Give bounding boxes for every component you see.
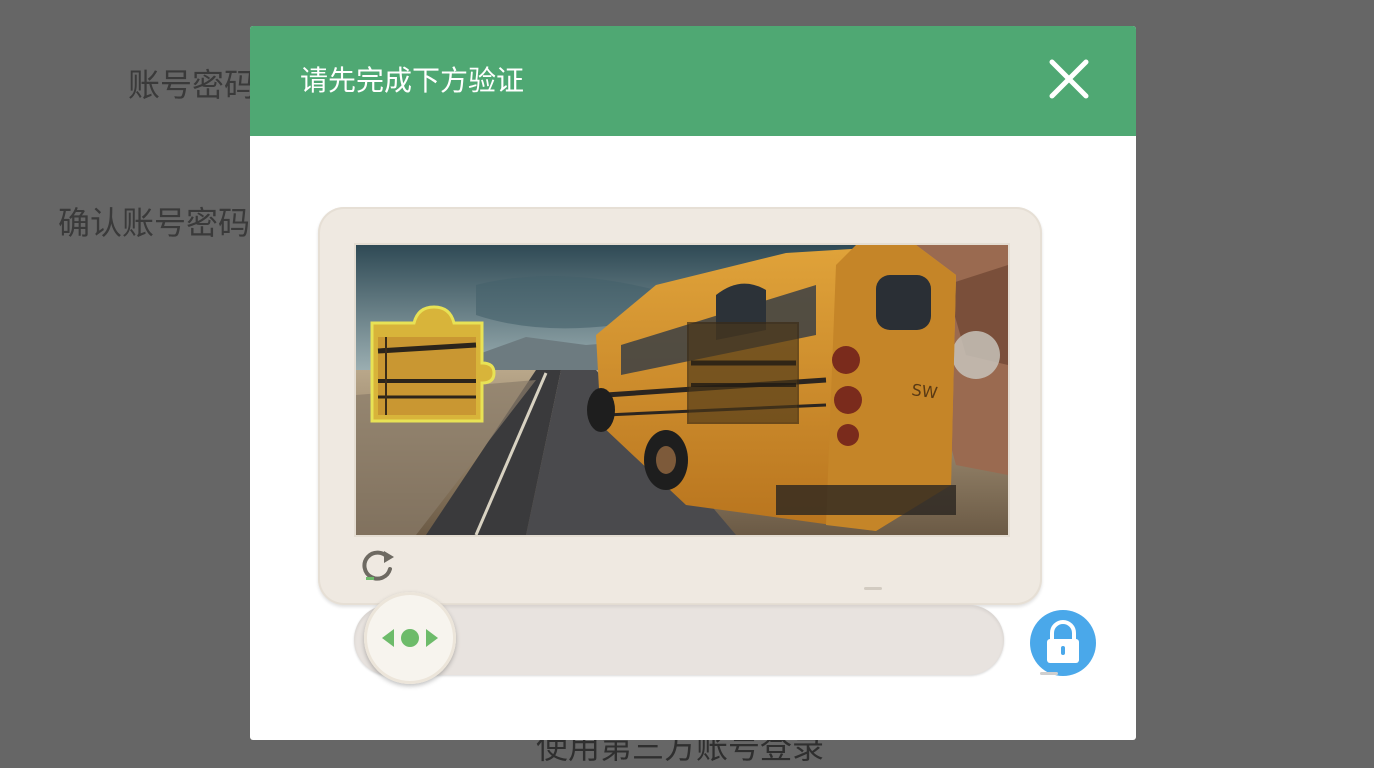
slider-arrows-icon xyxy=(382,629,438,647)
verification-modal: 请先完成下方验证 SW xyxy=(250,26,1136,740)
refresh-icon[interactable] xyxy=(360,547,396,583)
confirm-password-label: 确认账号密码 xyxy=(58,204,251,242)
modal-header: 请先完成下方验证 xyxy=(250,26,1136,136)
modal-title: 请先完成下方验证 xyxy=(300,64,525,97)
lock-icon xyxy=(1030,610,1096,676)
captcha-panel: SW xyxy=(318,207,1042,605)
svg-text:SW: SW xyxy=(910,380,939,402)
panel-indicator xyxy=(864,587,882,590)
lock-underline xyxy=(1040,672,1058,675)
close-icon[interactable] xyxy=(1046,56,1092,102)
account-password-label: 账号密码 xyxy=(128,66,257,104)
captcha-puzzle-image: SW xyxy=(354,243,1010,537)
slider-handle[interactable] xyxy=(364,592,456,684)
